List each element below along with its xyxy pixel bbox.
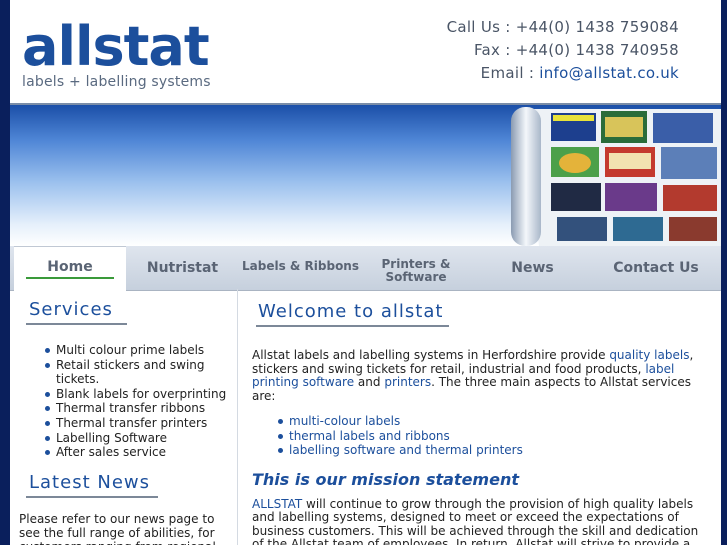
services-list-item: Retail stickers and swing tickets. bbox=[45, 357, 205, 387]
nav-home-label: Home bbox=[47, 259, 93, 275]
nav-nutristat-label: Nutristat bbox=[146, 260, 219, 276]
services-list-item: After sales service bbox=[45, 445, 237, 460]
nav-labels-ribbons[interactable]: Labels & Ribbons bbox=[238, 244, 363, 288]
page-title: Welcome to allstat bbox=[256, 301, 450, 327]
quality-labels-link[interactable]: quality labels bbox=[609, 348, 689, 362]
email-line: Email : info@allstat.co.uk bbox=[447, 62, 679, 85]
logo-tagline: labels + labelling systems bbox=[22, 74, 211, 90]
aspect-link[interactable]: labelling software and thermal printers bbox=[278, 443, 707, 458]
main-content: Welcome to allstat Allstat labels and la… bbox=[238, 289, 721, 545]
fax-line: Fax : +44(0) 1438 740958 bbox=[447, 39, 679, 62]
main-nav: Home Nutristat Labels & Ribbons Printers… bbox=[10, 246, 721, 291]
nav-contact[interactable]: Contact Us bbox=[595, 246, 717, 290]
nav-news-label: News bbox=[511, 260, 554, 276]
hero-banner bbox=[10, 103, 721, 246]
nav-contact-label: Contact Us bbox=[613, 260, 699, 276]
phone-number: +44(0) 1438 759084 bbox=[515, 18, 679, 36]
nav-home[interactable]: Home bbox=[14, 246, 126, 291]
aspect-link[interactable]: thermal labels and ribbons bbox=[278, 429, 707, 444]
nav-news[interactable]: News bbox=[475, 246, 590, 290]
sidebar: Services Multi colour prime labels Retai… bbox=[10, 289, 238, 545]
contact-info: Call Us : +44(0) 1438 759084 Fax : +44(0… bbox=[447, 16, 679, 85]
main-body: Allstat labels and labelling systems in … bbox=[238, 327, 721, 545]
phone-line: Call Us : +44(0) 1438 759084 bbox=[447, 16, 679, 39]
news-heading: Latest News bbox=[26, 472, 158, 498]
intro-text-1: Allstat labels and labelling systems in … bbox=[252, 348, 610, 362]
mission-paragraph: ALLSTAT will continue to grow through th… bbox=[252, 496, 707, 545]
printers-link[interactable]: printers bbox=[384, 375, 431, 389]
nav-printers-label-2: Software bbox=[385, 270, 447, 284]
news-summary: Please refer to our news page to see the… bbox=[19, 511, 216, 545]
services-list-item: Labelling Software bbox=[45, 431, 237, 446]
nav-printers-software[interactable]: Printers & Software bbox=[366, 246, 466, 290]
services-list-item: Thermal transfer ribbons bbox=[45, 401, 237, 416]
label-roll-image bbox=[511, 107, 721, 246]
allstat-link[interactable]: ALLSTAT bbox=[252, 497, 302, 511]
header: allstat labels + labelling systems Call … bbox=[10, 0, 721, 103]
page: allstat labels + labelling systems Call … bbox=[10, 0, 721, 545]
intro-text-3: and bbox=[354, 375, 385, 389]
email-link[interactable]: info@allstat.co.uk bbox=[539, 64, 679, 82]
fax-label: Fax : bbox=[474, 41, 516, 59]
services-heading: Services bbox=[26, 299, 127, 325]
logo-wordmark: allstat bbox=[22, 15, 210, 78]
nav-labels-ribbons-label: Labels & Ribbons bbox=[241, 259, 359, 273]
mission-text: will continue to grow through the provis… bbox=[252, 496, 699, 545]
services-list-item: Blank labels for overprinting bbox=[45, 387, 237, 402]
news-heading-wrap: Latest News bbox=[10, 460, 237, 498]
aspects-list: multi-colour labels thermal labels and r… bbox=[252, 414, 707, 458]
intro-paragraph: Allstat labels and labelling systems in … bbox=[252, 348, 707, 403]
services-list-item: Thermal transfer printers bbox=[45, 416, 237, 431]
email-label: Email : bbox=[480, 64, 540, 82]
welcome-heading-wrap: Welcome to allstat bbox=[238, 289, 721, 327]
mission-heading: This is our mission statement bbox=[252, 469, 519, 489]
services-list-item: Multi colour prime labels bbox=[45, 343, 237, 358]
logo[interactable]: allstat labels + labelling systems bbox=[22, 15, 211, 91]
phone-label: Call Us : bbox=[446, 18, 516, 36]
aspect-link[interactable]: multi-colour labels bbox=[278, 414, 707, 429]
services-list: Multi colour prime labels Retail sticker… bbox=[10, 343, 237, 460]
services-heading-wrap: Services bbox=[10, 289, 237, 325]
fax-number: +44(0) 1438 740958 bbox=[515, 41, 679, 59]
nav-nutristat[interactable]: Nutristat bbox=[130, 246, 235, 290]
nav-home-underline bbox=[26, 277, 114, 279]
